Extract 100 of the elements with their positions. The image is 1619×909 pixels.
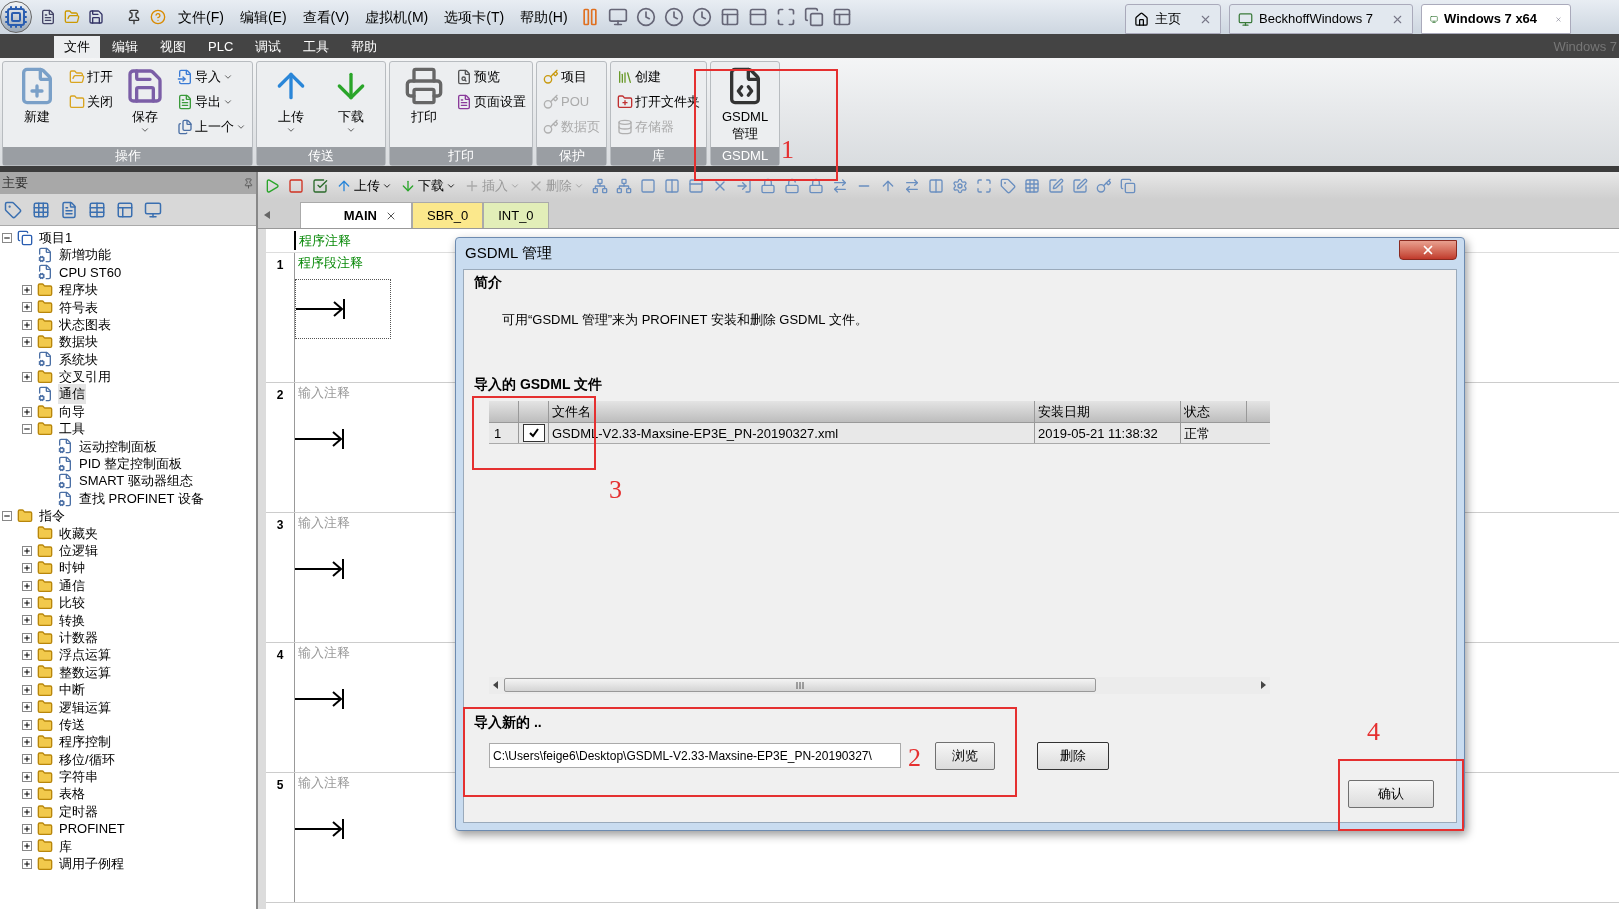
expand-icon[interactable] (22, 754, 32, 765)
page-icon[interactable] (40, 9, 56, 25)
scroll-left-icon[interactable] (264, 211, 270, 219)
tree-item[interactable]: 逻辑运算 (58, 697, 112, 717)
expand-icon[interactable] (22, 580, 32, 591)
expand-icon[interactable] (22, 719, 32, 730)
ribbon-button[interactable]: 上一个 (177, 116, 246, 137)
ribbon-tab[interactable]: 工具 (293, 36, 340, 58)
grid-icon[interactable] (1024, 177, 1040, 194)
column-header[interactable]: 安装日期 (1035, 400, 1181, 422)
expand-icon[interactable] (22, 737, 32, 747)
ribbon-button[interactable]: 预览 (456, 66, 526, 87)
editor-tab[interactable]: SBR_0 (412, 202, 484, 228)
tree-item[interactable]: PROFINET (58, 819, 126, 839)
horizontal-scrollbar[interactable] (489, 676, 1270, 694)
ribbon-button[interactable]: 打开 (69, 66, 113, 87)
expand-icon[interactable] (22, 667, 32, 678)
ribbon-button[interactable]: 创建 (617, 66, 700, 87)
tree-item[interactable]: 符号表 (58, 297, 99, 317)
menu-item[interactable]: 虚拟机(M) (361, 6, 433, 28)
expand-icon[interactable] (22, 702, 32, 713)
menu-item[interactable]: 查看(V) (298, 6, 354, 28)
ribbon-button[interactable]: 新建 (9, 66, 65, 125)
panel-icon[interactable] (688, 177, 704, 194)
expand-icon[interactable] (22, 841, 32, 852)
fullscreen-icon[interactable] (775, 7, 796, 27)
ribbon-button[interactable]: GSDML 管理 (717, 66, 773, 142)
tree-item[interactable]: PID 整定控制面板 (78, 454, 184, 474)
expand-icon[interactable] (22, 284, 32, 295)
tree-item[interactable]: 移位/循环 (58, 749, 116, 770)
tree-item[interactable]: 表格 (58, 784, 86, 804)
tag-icon[interactable] (4, 200, 22, 219)
expand-icon[interactable] (22, 806, 32, 817)
tree-item[interactable]: 收藏夹 (58, 523, 99, 544)
toolbar-button[interactable]: 上传 (336, 175, 392, 196)
toolbar-button[interactable]: 下载 (400, 175, 456, 196)
window-icon[interactable] (831, 7, 852, 27)
program-comment[interactable]: 程序注释 (294, 230, 351, 251)
ribbon-button[interactable]: 关闭 (69, 91, 113, 112)
browser-tab[interactable]: Windows 7 x64 (1421, 4, 1571, 34)
layout-icon[interactable] (719, 7, 740, 27)
copy-icon[interactable] (1120, 177, 1136, 194)
expand-icon[interactable] (22, 302, 32, 313)
ribbon-tab[interactable]: 视图 (150, 36, 196, 58)
expand-icon[interactable] (22, 615, 32, 626)
tree-item[interactable]: 字符串 (58, 767, 99, 787)
tree-item[interactable]: 新增功能 (58, 245, 112, 265)
grid-icon[interactable] (32, 200, 50, 219)
ribbon-button[interactable]: 下载 (323, 66, 379, 135)
delete-button[interactable]: 删除 (1037, 741, 1109, 770)
ribbon-button[interactable]: 导入 (177, 66, 246, 87)
ribbon-button[interactable]: 打印 (396, 66, 452, 125)
expand-icon[interactable] (22, 371, 32, 382)
tree-item[interactable]: 程序块 (58, 280, 99, 300)
close-button[interactable] (1399, 239, 1457, 260)
key-icon[interactable] (1096, 177, 1112, 194)
expand-icon[interactable] (22, 319, 32, 330)
stop-icon[interactable] (288, 177, 304, 194)
editor-tab[interactable]: INT_0 (483, 202, 549, 228)
tree-item[interactable]: 项目1 (38, 227, 74, 248)
tree-item[interactable]: 传送 (58, 714, 86, 735)
menu-item[interactable]: 编辑(E) (235, 6, 291, 28)
expand-icon[interactable] (22, 789, 32, 800)
ribbon-tab[interactable]: 编辑 (102, 36, 148, 58)
tree-item[interactable]: 程序控制 (58, 732, 112, 752)
page-icon[interactable] (60, 200, 78, 219)
tree-item[interactable]: 指令 (38, 506, 66, 526)
columns-icon[interactable] (664, 177, 680, 194)
expand-icon[interactable] (22, 632, 32, 643)
arrow-icon[interactable] (904, 177, 920, 194)
collapse-icon[interactable] (22, 424, 32, 434)
network-comment[interactable]: 程序段注释 (295, 253, 391, 275)
tree-item[interactable]: 通信 (58, 575, 86, 596)
collapse-icon[interactable] (2, 232, 12, 243)
tree-item[interactable]: 交叉引用 (58, 367, 112, 387)
scroll-left-icon[interactable] (493, 681, 498, 689)
collapse-icon[interactable] (2, 510, 12, 521)
expand-icon[interactable] (22, 597, 32, 608)
tree-item[interactable]: CPU ST60 (58, 262, 123, 283)
tree-item[interactable]: 定时器 (58, 801, 99, 822)
table-icon[interactable] (88, 200, 106, 219)
expand-icon[interactable] (22, 823, 32, 834)
ribbon-tab[interactable]: 文件 (54, 36, 100, 58)
tree-item[interactable]: 时钟 (58, 558, 86, 578)
tree-item[interactable]: 系统块 (58, 349, 99, 370)
monitor-icon[interactable] (144, 200, 162, 219)
tree-item[interactable]: 向导 (58, 401, 86, 422)
tree-item[interactable]: 工具 (58, 419, 86, 439)
expand-icon[interactable] (22, 858, 32, 869)
ok-button[interactable]: 确认 (1348, 779, 1434, 808)
tree-item[interactable]: SMART 驱动器组态 (78, 471, 194, 491)
menu-item[interactable]: 帮助(H) (516, 6, 572, 28)
expand-icon[interactable] (22, 337, 32, 348)
column-header[interactable]: 状态 (1181, 400, 1247, 422)
pin-icon[interactable] (126, 9, 142, 25)
tree-item[interactable]: 中断 (58, 680, 86, 700)
tree-item[interactable]: 浮点运算 (58, 645, 112, 665)
snapshot-icon[interactable] (663, 7, 684, 27)
tree-item[interactable]: 位逻辑 (58, 541, 99, 561)
tree-item[interactable]: 状态图表 (58, 314, 112, 335)
